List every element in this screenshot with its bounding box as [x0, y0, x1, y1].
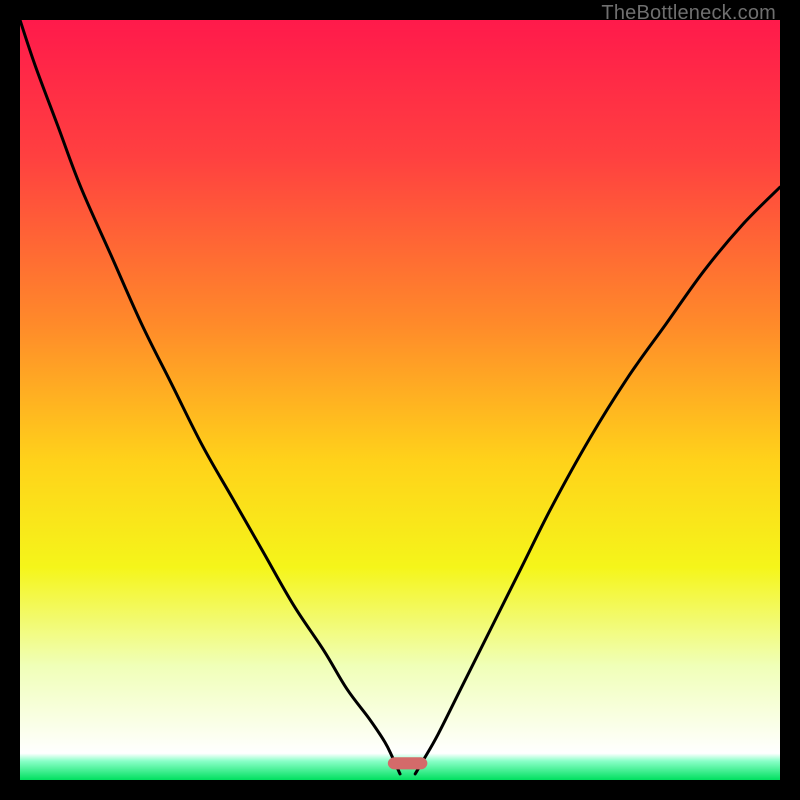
chart-background	[20, 20, 780, 780]
chart-frame	[20, 20, 780, 780]
bottleneck-chart	[20, 20, 780, 780]
optimal-marker	[388, 757, 428, 769]
